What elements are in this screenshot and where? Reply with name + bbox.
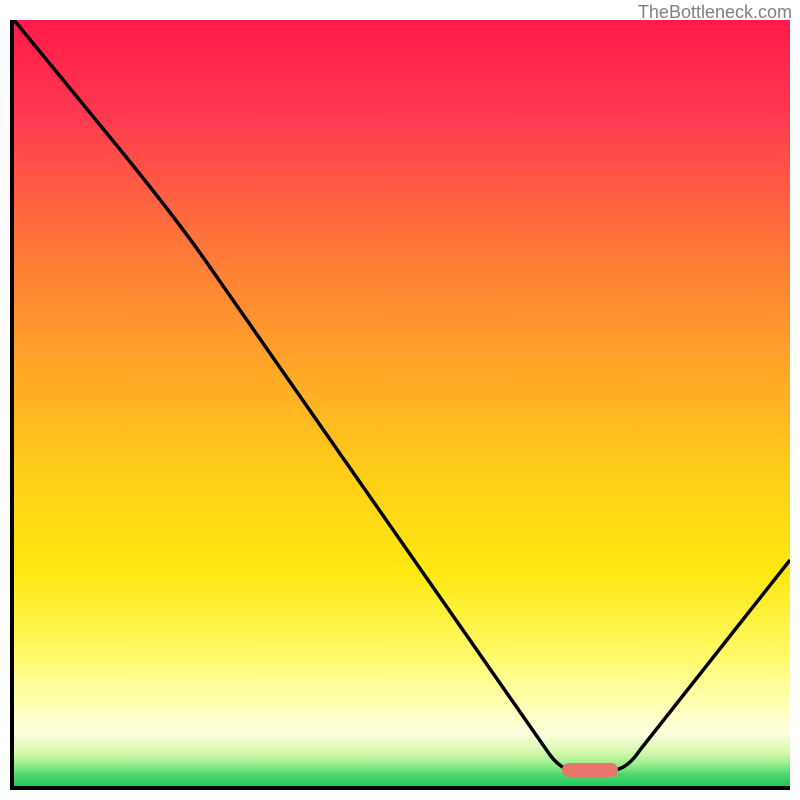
x-axis [10, 786, 790, 790]
optimal-marker [562, 763, 618, 777]
gradient-background [14, 20, 790, 786]
chart-container [10, 20, 790, 790]
y-axis [10, 20, 14, 790]
chart-plot [10, 20, 790, 790]
watermark-text: TheBottleneck.com [638, 2, 792, 23]
